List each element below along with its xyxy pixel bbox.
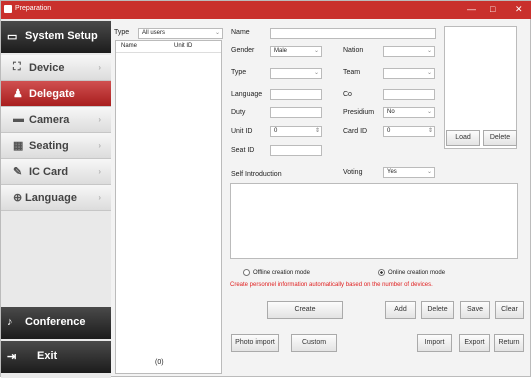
unit-id-label: Unit ID <box>231 128 253 135</box>
sidebar-item-device[interactable]: ⛶ Device › <box>1 55 111 81</box>
team-select[interactable]: ⌄ <box>383 68 435 79</box>
preparation-window: Preparation — □ ✕ ▭ System Setup ⛶ Devic… <box>0 0 531 378</box>
name-field[interactable] <box>270 28 436 39</box>
create-button[interactable]: Create <box>267 301 343 319</box>
chevron-down-icon: ⌄ <box>426 70 432 76</box>
maximize-button[interactable]: □ <box>490 4 495 14</box>
seat-id-label: Seat ID <box>231 147 255 154</box>
online-mode-radio[interactable]: Online creation mode <box>378 269 445 276</box>
photo-import-button[interactable]: Photo import <box>231 334 279 352</box>
creation-mode-warning: Create personnel information automatical… <box>230 282 433 288</box>
name-label: Name <box>231 29 250 36</box>
exit-button[interactable]: ⇥ Exit <box>1 341 111 373</box>
camera-icon: ▬ <box>13 113 24 125</box>
chevron-down-icon: ⌄ <box>426 169 432 175</box>
person-icon: ♟ <box>13 88 23 100</box>
nation-label: Nation <box>343 47 364 54</box>
delete-photo-button[interactable]: Delete <box>483 130 517 146</box>
type-label: Type <box>231 69 247 76</box>
self-introduction-textarea[interactable] <box>230 183 518 259</box>
save-button[interactable]: Save <box>460 301 490 319</box>
chevron-right-icon: › <box>98 167 101 176</box>
header-divider <box>116 52 221 53</box>
chevron-down-icon: ⌄ <box>426 109 432 115</box>
seat-id-field[interactable] <box>270 145 322 156</box>
presidium-select[interactable]: No ⌄ <box>383 107 435 118</box>
type-filter-label: Type <box>114 29 130 36</box>
sidebar-item-language[interactable]: ⊕ Language › <box>1 185 111 211</box>
offline-mode-radio[interactable]: Offline creation mode <box>243 269 310 276</box>
gender-select[interactable]: Male ⌄ <box>270 46 322 57</box>
microphone-icon: ♪ <box>7 316 13 328</box>
sidebar-item-seating[interactable]: ▦ Seating › <box>1 133 111 159</box>
sidebar-item-delegate[interactable]: ♟ Delegate <box>1 81 111 107</box>
language-field[interactable] <box>270 89 322 100</box>
import-button[interactable]: Import <box>417 334 452 352</box>
language-label: Language <box>231 91 263 98</box>
duty-label: Duty <box>231 109 246 116</box>
delete-button[interactable]: Delete <box>421 301 454 319</box>
monitor-icon: ▭ <box>7 31 18 43</box>
nation-select[interactable]: ⌄ <box>383 46 435 57</box>
delegate-form: Name Gender Male ⌄ Nation ⌄ Type ⌄ Team … <box>227 25 527 373</box>
window-title: Preparation <box>15 5 52 12</box>
delegate-list-panel: Type All users ⌄ Name Unit ID (0) <box>114 25 223 374</box>
chevron-down-icon: ⌄ <box>313 70 319 76</box>
spinner-arrows-icon[interactable]: ⇕ <box>315 127 320 136</box>
self-introduction-label: Self Introduction <box>231 171 282 178</box>
chevron-right-icon: › <box>98 63 101 72</box>
card-id-label: Card ID <box>343 128 368 135</box>
delegate-list[interactable]: Name Unit ID <box>115 40 222 374</box>
presidium-label: Presidium <box>343 109 375 116</box>
type-filter-select[interactable]: All users ⌄ <box>138 28 223 39</box>
co-label: Co <box>343 91 352 98</box>
column-header-unit-id[interactable]: Unit ID <box>174 43 192 49</box>
delegate-count: (0) <box>155 359 164 366</box>
sidebar: ▭ System Setup ⛶ Device › ♟ Delegate ▬ C… <box>1 19 111 378</box>
card-icon: ✎ <box>13 166 23 178</box>
voting-label: Voting <box>343 169 363 176</box>
load-photo-button[interactable]: Load <box>446 130 480 146</box>
duty-field[interactable] <box>270 107 322 118</box>
export-button[interactable]: Export <box>459 334 490 352</box>
column-header-name[interactable]: Name <box>121 43 137 49</box>
gender-label: Gender <box>231 47 255 54</box>
custom-button[interactable]: Custom <box>291 334 337 352</box>
grid-icon: ▦ <box>13 140 24 152</box>
close-button[interactable]: ✕ <box>515 4 523 15</box>
return-button[interactable]: Return <box>494 334 524 352</box>
sidebar-item-ic-card[interactable]: ✎ IC Card › <box>1 159 111 185</box>
title-bar: Preparation — □ ✕ <box>1 1 531 19</box>
exit-icon: ⇥ <box>7 351 17 363</box>
chevron-right-icon: › <box>98 193 101 202</box>
chevron-down-icon: ⌄ <box>426 48 432 54</box>
add-button[interactable]: Add <box>385 301 416 319</box>
radio-checked-icon <box>378 269 385 276</box>
unit-id-spinner[interactable]: 0 ⇕ <box>270 126 322 137</box>
type-select[interactable]: ⌄ <box>270 68 322 79</box>
card-id-spinner[interactable]: 0 ⇕ <box>383 126 435 137</box>
chevron-down-icon: ⌄ <box>313 48 319 54</box>
voting-select[interactable]: Yes ⌄ <box>383 167 435 178</box>
co-field[interactable] <box>383 89 435 100</box>
system-setup-header[interactable]: ▭ System Setup <box>1 21 111 53</box>
conference-button[interactable]: ♪ Conference <box>1 307 111 339</box>
chevron-right-icon: › <box>98 141 101 150</box>
chevron-down-icon: ⌄ <box>214 30 220 36</box>
chevron-right-icon: › <box>98 115 101 124</box>
minimize-button[interactable]: — <box>467 4 476 14</box>
globe-icon: ⊕ <box>13 192 23 204</box>
app-icon <box>4 5 12 13</box>
clear-button[interactable]: Clear <box>495 301 524 319</box>
spinner-arrows-icon[interactable]: ⇕ <box>428 127 433 136</box>
radio-unchecked-icon <box>243 269 250 276</box>
sidebar-item-camera[interactable]: ▬ Camera › <box>1 107 111 133</box>
network-icon: ⛶ <box>13 61 21 73</box>
team-label: Team <box>343 69 361 76</box>
